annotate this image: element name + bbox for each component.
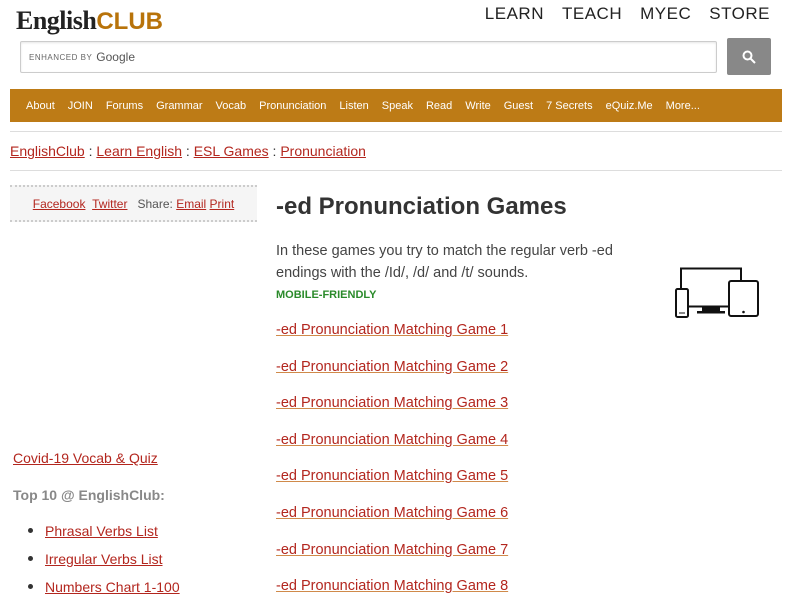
search-enhanced-label: ENHANCED BY: [29, 52, 93, 62]
logo-english-text: English: [16, 6, 97, 35]
menu-guest[interactable]: Guest: [504, 100, 533, 112]
search-input[interactable]: ENHANCED BY Google: [20, 41, 717, 73]
search-icon: [742, 50, 756, 64]
breadcrumb-esl-games[interactable]: ESL Games: [194, 143, 269, 159]
main-menu: About JOIN Forums Grammar Vocab Pronunci…: [10, 89, 782, 122]
menu-grammar[interactable]: Grammar: [156, 100, 202, 112]
bullet-icon: [28, 528, 33, 533]
game-link-2[interactable]: -ed Pronunciation Matching Game 2: [276, 359, 508, 375]
top10-link[interactable]: Numbers Chart 1-100: [45, 579, 180, 595]
covid-vocab-link[interactable]: Covid-19 Vocab & Quiz: [13, 450, 158, 466]
divider: [10, 170, 782, 171]
menu-about[interactable]: About: [26, 100, 55, 112]
menu-listen[interactable]: Listen: [339, 100, 368, 112]
list-item: -ed Pronunciation Matching Game 5: [276, 468, 508, 505]
list-item: -ed Pronunciation Matching Game 7: [276, 542, 508, 579]
list-item: -ed Pronunciation Matching Game 6: [276, 505, 508, 542]
breadcrumb-learn-english[interactable]: Learn English: [96, 143, 182, 159]
intro-text: In these games you try to match the regu…: [276, 243, 613, 281]
top10-link[interactable]: Irregular Verbs List: [45, 551, 163, 567]
bullet-icon: [28, 556, 33, 561]
game-link-8[interactable]: -ed Pronunciation Matching Game 8: [276, 578, 508, 594]
list-item: -ed Pronunciation Matching Game 8: [276, 578, 508, 600]
menu-join[interactable]: JOIN: [68, 100, 93, 112]
top10-list: Phrasal Verbs List Irregular Verbs List …: [28, 522, 180, 600]
breadcrumb-sep: :: [272, 143, 277, 159]
topnav-myec[interactable]: MYEC: [640, 4, 691, 24]
breadcrumb-pronunciation[interactable]: Pronunciation: [280, 143, 366, 159]
share-facebook[interactable]: Facebook: [33, 197, 86, 211]
top10-heading: Top 10 @ EnglishClub:: [13, 487, 165, 503]
share-twitter[interactable]: Twitter: [92, 197, 127, 211]
games-list: -ed Pronunciation Matching Game 1 -ed Pr…: [276, 322, 508, 600]
devices-icon: [675, 267, 759, 318]
game-link-6[interactable]: -ed Pronunciation Matching Game 6: [276, 505, 508, 521]
menu-7-secrets[interactable]: 7 Secrets: [546, 100, 592, 112]
breadcrumb-sep: :: [88, 143, 93, 159]
game-link-1[interactable]: -ed Pronunciation Matching Game 1: [276, 322, 508, 338]
share-print[interactable]: Print: [210, 197, 235, 211]
game-link-7[interactable]: -ed Pronunciation Matching Game 7: [276, 542, 508, 558]
covid-link-container: Covid-19 Vocab & Quiz: [13, 450, 158, 466]
list-item: -ed Pronunciation Matching Game 4: [276, 432, 508, 469]
menu-speak[interactable]: Speak: [382, 100, 413, 112]
game-link-3[interactable]: -ed Pronunciation Matching Game 3: [276, 395, 508, 411]
mobile-friendly-label: MOBILE-FRIENDLY: [276, 289, 377, 301]
list-item: Irregular Verbs List: [28, 550, 180, 567]
list-item: Phrasal Verbs List: [28, 522, 180, 539]
page-title: -ed Pronunciation Games: [276, 193, 567, 220]
list-item: -ed Pronunciation Matching Game 1: [276, 322, 508, 359]
top-nav: LEARN TEACH MYEC STORE: [485, 4, 770, 24]
menu-pronunciation[interactable]: Pronunciation: [259, 100, 326, 112]
list-item: Numbers Chart 1-100: [28, 578, 180, 595]
list-item: -ed Pronunciation Matching Game 2: [276, 359, 508, 396]
bullet-icon: [28, 584, 33, 589]
game-link-4[interactable]: -ed Pronunciation Matching Game 4: [276, 432, 508, 448]
menu-vocab[interactable]: Vocab: [216, 100, 247, 112]
breadcrumb-englishclub[interactable]: EnglishClub: [10, 143, 85, 159]
topnav-teach[interactable]: TEACH: [562, 4, 622, 24]
topnav-store[interactable]: STORE: [709, 4, 770, 24]
menu-more[interactable]: More...: [666, 100, 700, 112]
share-bar: Facebook Twitter Share: Email Print: [10, 185, 257, 222]
share-label: Share:: [137, 196, 173, 211]
breadcrumb: EnglishClub : Learn English : ESL Games …: [10, 143, 366, 159]
top10-link[interactable]: Phrasal Verbs List: [45, 523, 158, 539]
menu-write[interactable]: Write: [465, 100, 490, 112]
share-email[interactable]: Email: [176, 197, 206, 211]
search-provider-label: Google: [96, 50, 135, 64]
breadcrumb-sep: :: [185, 143, 190, 159]
menu-forums[interactable]: Forums: [106, 100, 143, 112]
site-logo[interactable]: English CLUB: [16, 2, 163, 36]
game-link-5[interactable]: -ed Pronunciation Matching Game 5: [276, 468, 508, 484]
topnav-learn[interactable]: LEARN: [485, 4, 544, 24]
logo-club-text: CLUB: [96, 8, 163, 35]
list-item: -ed Pronunciation Matching Game 3: [276, 395, 508, 432]
search-button[interactable]: [727, 38, 771, 75]
menu-read[interactable]: Read: [426, 100, 452, 112]
divider: [10, 131, 782, 132]
menu-equiz[interactable]: eQuiz.Me: [606, 100, 653, 112]
